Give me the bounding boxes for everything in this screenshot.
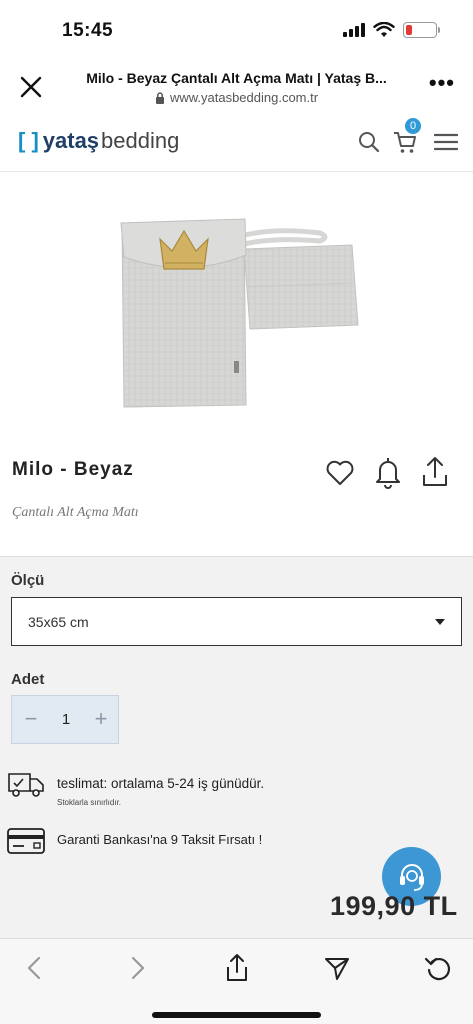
product-photo: [120, 218, 359, 408]
size-select[interactable]: 35x65 cm: [11, 597, 462, 646]
credit-card-icon: [7, 828, 45, 854]
quantity-stepper: − 1 +: [11, 695, 119, 744]
status-icons: [343, 22, 440, 38]
headset-icon: [399, 863, 424, 891]
status-bar: 15:45: [0, 0, 473, 62]
quantity-label: Adet: [11, 671, 45, 688]
delivery-text: teslimat: ortalama 5-24 iş günüdür.: [57, 776, 265, 791]
product-image[interactable]: [0, 175, 473, 435]
browser-toolbar: [0, 938, 473, 1024]
close-icon[interactable]: [16, 72, 46, 102]
logo-bracket: [ ]: [18, 128, 39, 153]
truck-icon: [8, 773, 44, 797]
cart-count-badge: 0: [405, 118, 421, 134]
back-icon[interactable]: [20, 953, 50, 983]
chevron-down-icon: [435, 619, 445, 625]
lock-icon: [155, 91, 164, 104]
size-value: 35x65 cm: [28, 614, 89, 630]
menu-icon[interactable]: [434, 132, 458, 152]
product-name: Milo - Beyaz: [12, 459, 134, 480]
home-indicator: [152, 1012, 321, 1018]
reload-icon[interactable]: [423, 953, 453, 983]
browser-header: Milo - Beyaz Çantalı Alt Açma Matı | Yat…: [0, 62, 473, 114]
size-label: Ölçü: [11, 572, 45, 589]
share-icon[interactable]: [420, 455, 450, 489]
wifi-icon: [373, 22, 395, 37]
page-title: Milo - Beyaz Çantalı Alt Açma Matı | Yat…: [86, 70, 387, 86]
site-header: [ ] yataş bedding 0: [0, 114, 473, 172]
quantity-minus-button[interactable]: −: [20, 708, 42, 732]
heart-icon[interactable]: [325, 458, 355, 488]
share-page-icon[interactable]: [222, 953, 252, 983]
logo-brand: yataş: [42, 128, 100, 153]
installment-text: Garanti Bankası'na 9 Taksit Fırsatı !: [57, 832, 263, 847]
product-price: 199,90 TL: [330, 891, 458, 921]
page-url-row[interactable]: www.yatasbedding.com.tr: [70, 90, 403, 105]
more-options-button[interactable]: •••: [429, 72, 455, 94]
options-area: Ölçü 35x65 cm Adet − 1 + teslimat: ortal…: [0, 556, 473, 938]
stock-note: Stoklarla sınırlıdır.: [57, 798, 122, 807]
quantity-plus-button[interactable]: +: [90, 708, 112, 732]
logo-sub: bedding: [101, 128, 180, 153]
search-icon[interactable]: [357, 130, 381, 154]
bell-icon[interactable]: [373, 455, 403, 489]
send-icon[interactable]: [322, 953, 352, 983]
page-url: www.yatasbedding.com.tr: [169, 90, 319, 105]
status-time: 15:45: [62, 20, 114, 41]
quantity-value[interactable]: 1: [52, 711, 80, 728]
site-logo[interactable]: [ ] yataş bedding: [18, 128, 179, 154]
battery-icon: [403, 22, 440, 38]
forward-icon[interactable]: [122, 953, 152, 983]
product-subtitle: Çantalı Alt Açma Matı: [12, 505, 139, 520]
signal-icon: [343, 23, 365, 37]
